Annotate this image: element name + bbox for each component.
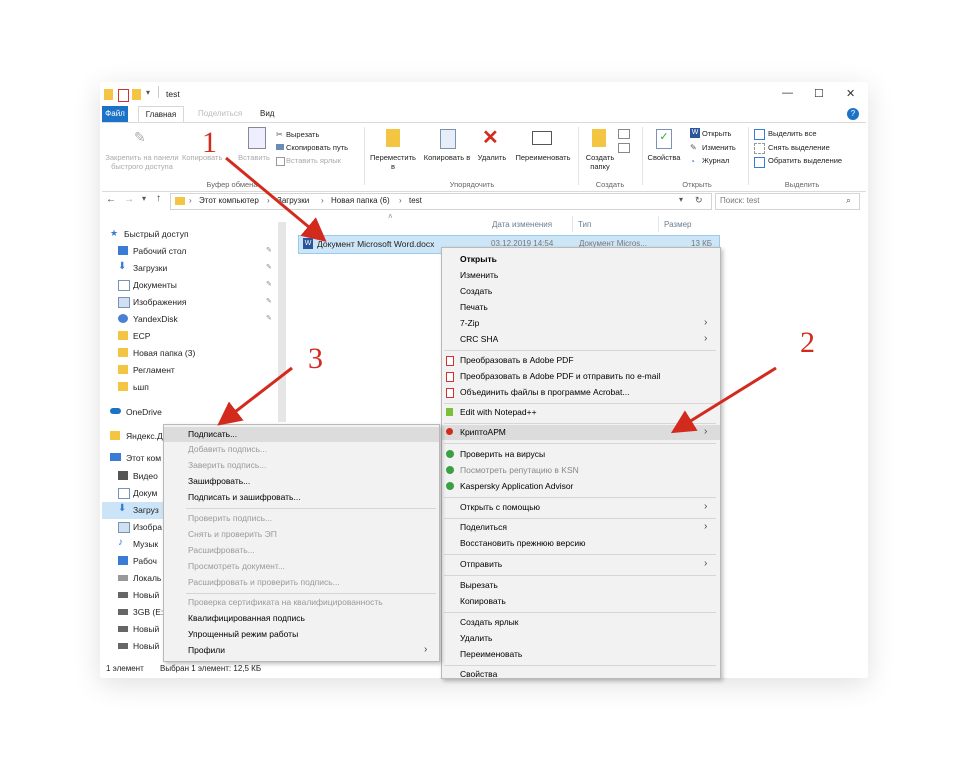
arrow-2 (670, 366, 777, 434)
arrow-3 (217, 366, 293, 426)
arrow-1 (225, 156, 327, 242)
annotation-arrows (217, 156, 777, 434)
